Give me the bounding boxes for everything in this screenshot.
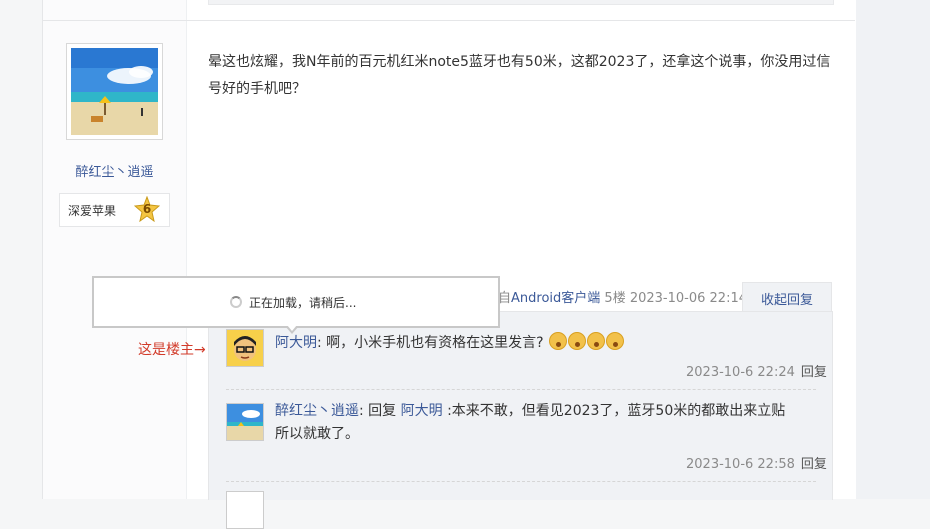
post-time: 2023-10-06 22:14 [629,291,747,306]
collapse-replies-button[interactable]: 收起回复 [742,282,832,312]
floor-number: 5楼 [604,291,626,306]
reply-author[interactable]: 醉红尘丶逍遥 [275,403,359,419]
level-number: 6 [142,202,152,216]
loading-text: 正在加载，请稍后... [249,296,357,310]
emoji-icon [568,332,587,350]
reply-author[interactable]: 阿大明 [275,335,317,351]
loading-spinner-icon [230,296,242,308]
post-meta: 自Android客户端 5楼 2023-10-06 22:14 [498,287,747,306]
reply-avatar[interactable] [226,491,264,529]
previous-reply-box [208,0,834,5]
reply-word: 回复 [363,403,401,419]
author-username[interactable]: 醉红尘丶逍遥 [43,161,186,180]
emoji-icon [606,332,625,350]
reply-item: 阿大明: 啊，小米手机也有资格在这里发言? [275,332,625,355]
reply-divider [226,389,816,390]
reply-meta: 2023-10-6 22:24 回复 [686,361,827,380]
level-title: 深爱苹果 [68,204,117,218]
author-level-badge[interactable]: 深爱苹果 6 [59,193,170,227]
popup-arrow-inner [287,325,297,331]
reply-text: :本来不敢，但看见2023了，蓝牙50米的都敢出来立贴 [442,403,786,419]
reply-text: 啊，小米手机也有资格在这里发言? [321,335,544,351]
reply-time: 2023-10-6 22:24 [686,365,795,380]
page-background [0,0,42,499]
reply-avatar-op[interactable] [226,329,264,367]
reply-divider [226,481,816,482]
floor-divider [43,20,855,21]
reply-item: 醉红尘丶逍遥: 回复 阿大明 :本来不敢，但看见2023了，蓝牙50米的都敢出来… [275,400,825,446]
reply-button[interactable]: 回复 [801,457,827,472]
reply-time: 2023-10-6 22:58 [686,457,795,472]
loading-popup: 正在加载，请稍后... [92,276,500,328]
collapse-label: 收起回复 [760,293,813,308]
reply-text-continued: 所以就敢了。 [275,426,359,442]
level-star-icon: 6 [133,195,161,223]
author-avatar[interactable] [66,43,163,140]
op-annotation: 这是楼主→ [138,342,206,358]
post-content: 晕这也炫耀，我N年前的百元机红米note5蓝牙也有50米，这都2023了，还拿这… [208,54,831,97]
right-margin [856,0,930,499]
reply-target[interactable]: 阿大明 [401,403,443,419]
reply-avatar[interactable] [226,403,264,441]
beach-avatar-image [71,48,158,135]
reply-meta: 2023-10-6 22:58 回复 [686,453,827,472]
emoji-icon [587,332,606,350]
client-link[interactable]: Android客户端 [511,291,600,306]
emoji-icon [549,332,568,350]
reply-button[interactable]: 回复 [801,365,827,380]
